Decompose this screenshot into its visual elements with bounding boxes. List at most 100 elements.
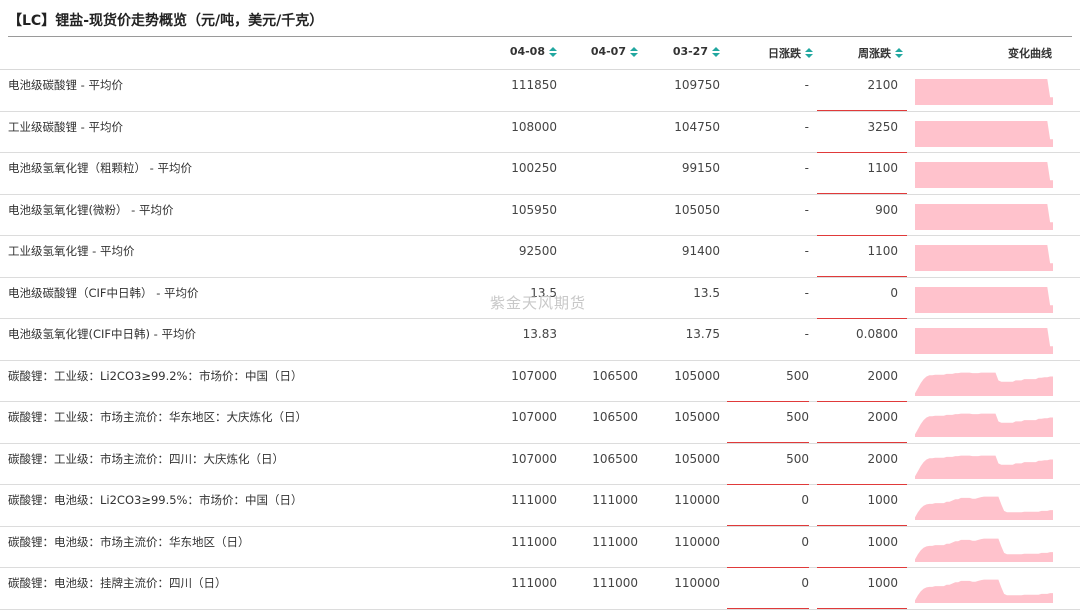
cell-daily-change: 0 <box>801 576 809 590</box>
cell-date-2: 106500 <box>592 451 638 466</box>
trend-sparkline <box>915 496 1053 520</box>
column-header-weekly-change[interactable]: 周涨跌 <box>858 45 903 61</box>
sparkline-area <box>915 245 1053 271</box>
column-header-daily-change[interactable]: 日涨跌 <box>768 45 813 61</box>
column-header-date-3[interactable]: 03-27 <box>673 45 720 58</box>
column-header-label: 04-07 <box>590 45 626 58</box>
sort-icon[interactable] <box>549 46 557 58</box>
cell-date-2: 111000 <box>592 576 638 590</box>
cell-daily-change: - <box>804 285 809 300</box>
cell-date-3: 13.5 <box>693 285 720 300</box>
row-name: 电池级碳酸锂 - 平均价 <box>8 78 123 92</box>
cell-weekly-change: 2000 <box>867 451 898 466</box>
row-name: 碳酸锂：电池级：市场主流价：华东地区（日） <box>8 534 250 549</box>
daily-change-underline <box>727 608 809 609</box>
table-row[interactable]: 碳酸锂：工业级：市场主流价：华东地区：大庆炼化（日） 107000 106500 10… <box>0 402 1080 444</box>
trend-sparkline <box>915 538 1053 562</box>
cell-date-3: 109750 <box>674 78 720 92</box>
column-header-date-2[interactable]: 04-07 <box>591 45 638 58</box>
table-row[interactable]: 电池级氢氧化锂（粗颗粒） - 平均价 100250 99150 - 1100 <box>0 153 1080 195</box>
row-name: 碳酸锂：电池级：Li2CO3≥99.5%：市场价：中国（日） <box>8 493 303 507</box>
row-name: 电池级氢氧化锂(微粉） - 平均价 <box>8 202 174 217</box>
row-name: 碳酸锂：电池级：挂牌主流价：四川（日） <box>8 576 227 590</box>
cell-daily-change: 500 <box>786 368 809 383</box>
cell-weekly-change: 0 <box>890 285 898 300</box>
cell-date-1: 107000 <box>511 410 557 424</box>
cell-date-2: 106500 <box>592 368 638 383</box>
cell-date-1: 105950 <box>511 202 557 217</box>
cell-daily-change: - <box>804 202 809 217</box>
table-header: 04-08 04-07 03-27 日涨跌 周涨跌 变化曲线 <box>0 37 1080 70</box>
cell-date-3: 99150 <box>681 161 720 175</box>
cell-weekly-change: 900 <box>875 202 898 217</box>
trend-sparkline <box>915 579 1053 603</box>
trend-sparkline <box>915 372 1053 396</box>
sort-icon[interactable] <box>805 47 813 59</box>
sparkline-area <box>915 162 1053 188</box>
row-name: 碳酸锂：工业级：市场主流价：华东地区：大庆炼化（日） <box>8 410 307 424</box>
cell-weekly-change: 1100 <box>867 244 898 258</box>
sparkline-area <box>915 579 1053 603</box>
table-row[interactable]: 电池级碳酸锂（CIF中日韩） - 平均价 13.5 13.5 - 0 <box>0 278 1080 319</box>
column-header-label: 周涨跌 <box>858 47 891 60</box>
cell-date-3: 105000 <box>674 410 720 424</box>
table-row[interactable]: 碳酸锂：电池级：市场主流价：华东地区（日） 111000 111000 110000 0… <box>0 527 1080 568</box>
cell-daily-change: 0 <box>801 534 809 549</box>
cell-date-1: 111000 <box>511 576 557 590</box>
cell-weekly-change: 2100 <box>867 78 898 92</box>
cell-date-3: 105050 <box>674 202 720 217</box>
table-row[interactable]: 电池级碳酸锂 - 平均价 111850 109750 - 2100 <box>0 70 1080 112</box>
cell-date-3: 110000 <box>674 534 720 549</box>
trend-sparkline <box>915 286 1053 313</box>
row-name: 工业级氢氧化锂 - 平均价 <box>8 244 135 258</box>
cell-weekly-change: 2000 <box>867 410 898 424</box>
cell-daily-change: 0 <box>801 493 809 507</box>
row-name: 工业级碳酸锂 - 平均价 <box>8 119 123 134</box>
row-name: 电池级氢氧化锂（粗颗粒） - 平均价 <box>8 161 192 175</box>
trend-sparkline <box>915 328 1053 354</box>
cell-weekly-change: 1100 <box>867 161 898 175</box>
cell-weekly-change: 1000 <box>867 534 898 549</box>
column-header-label: 变化曲线 <box>1008 47 1052 60</box>
title-bar: 【LC】锂盐-现货价走势概览（元/吨，美元/千克） <box>0 0 1080 38</box>
table-row[interactable]: 碳酸锂：电池级：Li2CO3≥99.5%：市场价：中国（日） 111000 1110… <box>0 485 1080 527</box>
cell-date-1: 111000 <box>511 493 557 507</box>
sort-icon[interactable] <box>712 46 720 58</box>
cell-date-3: 110000 <box>674 493 720 507</box>
table-row[interactable]: 碳酸锂：工业级：市场主流价：四川：大庆炼化（日） 107000 106500 1050… <box>0 444 1080 485</box>
weekly-change-underline <box>817 608 907 609</box>
cell-date-3: 110000 <box>674 576 720 590</box>
cell-date-1: 107000 <box>511 368 557 383</box>
table-row[interactable]: 碳酸锂：工业级：Li2CO3≥99.2%：市场价：中国（日） 107000 1065… <box>0 361 1080 402</box>
cell-weekly-change: 1000 <box>867 576 898 590</box>
cell-date-2: 111000 <box>592 534 638 549</box>
trend-sparkline <box>915 162 1053 188</box>
cell-daily-change: - <box>804 78 809 92</box>
column-header-label: 日涨跌 <box>768 47 801 60</box>
cell-date-1: 92500 <box>518 244 557 258</box>
table-row[interactable]: 电池级氢氧化锂(CIF中日韩) - 平均价 13.83 13.75 - 0.0800 <box>0 319 1080 361</box>
column-header-trend: 变化曲线 <box>1008 45 1052 61</box>
column-header-label: 03-27 <box>672 45 708 58</box>
cell-date-2: 111000 <box>592 493 638 507</box>
sparkline-area <box>915 203 1053 230</box>
sparkline-area <box>915 372 1053 396</box>
sparkline-area <box>915 455 1053 479</box>
table-row[interactable]: 工业级氢氧化锂 - 平均价 92500 91400 - 1100 <box>0 236 1080 278</box>
table-row[interactable]: 工业级碳酸锂 - 平均价 108000 104750 - 3250 <box>0 112 1080 153</box>
cell-weekly-change: 0.0800 <box>856 327 898 341</box>
cell-date-1: 107000 <box>511 451 557 466</box>
table-row[interactable]: 电池级氢氧化锂(微粉） - 平均价 105950 105050 - 900 <box>0 195 1080 236</box>
page-title: 【LC】锂盐-现货价走势概览（元/吨，美元/千克） <box>8 13 324 29</box>
trend-sparkline <box>915 455 1053 479</box>
cell-date-3: 105000 <box>674 368 720 383</box>
row-name: 碳酸锂：工业级：市场主流价：四川：大庆炼化（日） <box>8 451 284 466</box>
cell-date-1: 108000 <box>511 119 557 134</box>
sort-icon[interactable] <box>895 47 903 59</box>
sparkline-area <box>915 496 1053 520</box>
sort-icon[interactable] <box>630 46 638 58</box>
table-row[interactable]: 碳酸锂：电池级：挂牌主流价：四川（日） 111000 111000 110000 0 10… <box>0 568 1080 610</box>
column-header-date-1[interactable]: 04-08 <box>510 45 557 58</box>
cell-daily-change: 500 <box>786 451 809 466</box>
cell-daily-change: - <box>804 244 809 258</box>
